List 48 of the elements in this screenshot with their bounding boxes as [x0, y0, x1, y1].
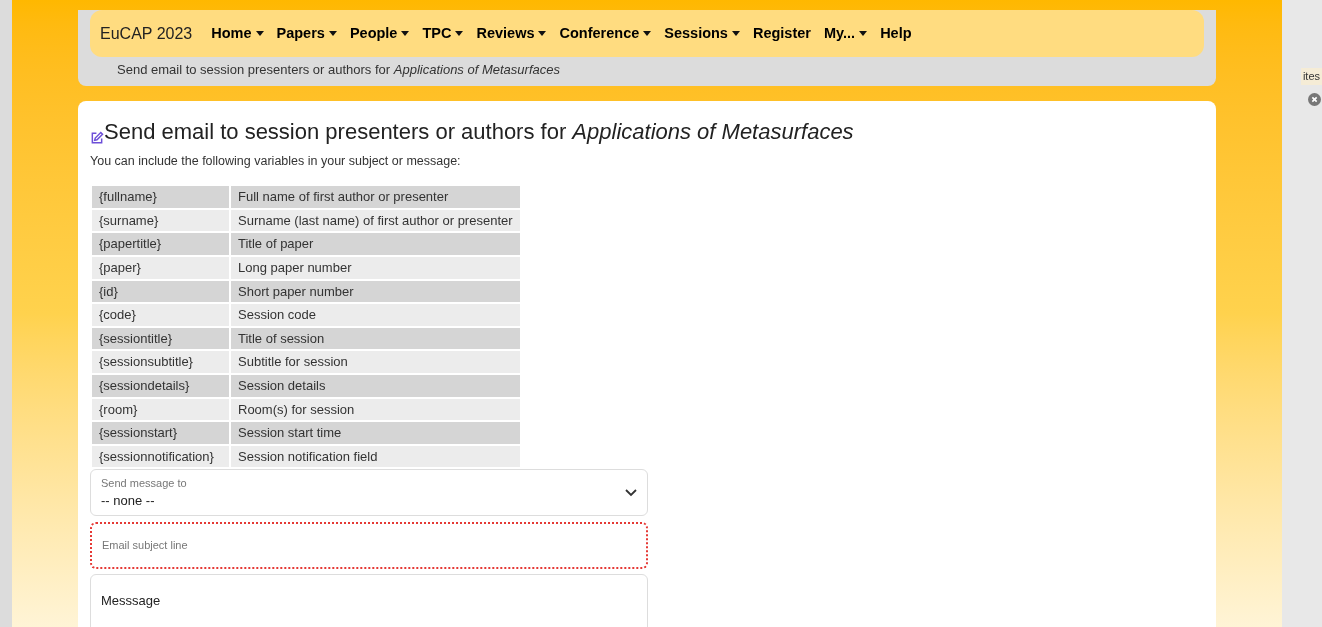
recipient-select[interactable]: Send message to -- none --	[90, 469, 648, 517]
nav-link[interactable]: Home	[211, 22, 264, 45]
tab-label[interactable]: ites	[1300, 68, 1322, 85]
nav-link[interactable]: TPC	[422, 22, 464, 45]
variable-description-cell-text: Session start time	[237, 424, 343, 443]
breadcrumb: Send email to session presenters or authors for Applications of Metasurfaces	[116, 61, 561, 79]
select-label: Send message to	[101, 475, 187, 491]
nav-link[interactable]: Register	[752, 22, 811, 45]
variable-description-cell-text: Short paper number	[237, 282, 355, 301]
variable-name-cell-text: {fullname}	[98, 188, 158, 207]
variable-name-cell-text: {code}	[98, 306, 137, 325]
select-value: -- none --	[101, 492, 156, 511]
variable-description-cell-text: Subtitle for session	[237, 353, 349, 372]
variable-name-cell-text: {sessionstart}	[98, 424, 179, 443]
variable-description-cell-text: Surname (last name) of first author or presenter	[237, 211, 514, 230]
variable-description-cell-text: Session notification field	[237, 447, 379, 466]
message-field[interactable]: Messsage	[90, 574, 648, 627]
variable-name-cell-text: {sessiondetails}	[98, 377, 191, 396]
variable-description-cell-text: Title of session	[237, 329, 326, 348]
page-heading: Send email to session presenters or authors for Applications of Metasurfaces	[104, 117, 854, 146]
nav-link[interactable]: Help	[880, 22, 912, 45]
variable-name-cell-text: {sessiontitle}	[98, 329, 173, 348]
nav-link[interactable]: Papers	[276, 22, 337, 45]
variable-name-cell-text: {surname}	[98, 211, 160, 230]
chevron-down-icon	[625, 488, 637, 497]
variable-name-cell-text: {sessionnotification}	[98, 447, 215, 466]
variable-name-cell-text: {papertitle}	[98, 235, 163, 254]
variable-description-cell-text: Session code	[237, 306, 318, 325]
brand-link[interactable]: EuCAP 2023	[100, 21, 193, 46]
variable-name-cell-text: {room}	[98, 400, 139, 419]
field-label: Email subject line	[102, 539, 188, 552]
variable-name-cell-text: {id}	[98, 282, 119, 301]
subject-field[interactable]: Email subject line	[90, 522, 648, 570]
variable-description-cell-text: Full name of first author or presenter	[237, 188, 450, 207]
variable-name-cell-text: {sessionsubtitle}	[98, 353, 194, 372]
intro-text: You can include the following variables in your subject or message:	[90, 152, 462, 170]
nav-link[interactable]: Conference	[559, 22, 652, 45]
variable-description-cell-text: Long paper number	[237, 259, 353, 278]
nav-link[interactable]: Sessions	[664, 22, 740, 45]
variable-name-cell-text: {paper}	[98, 259, 142, 278]
variable-description-cell-text: Session details	[237, 377, 327, 396]
nav-link[interactable]: People	[349, 22, 410, 45]
nav-link[interactable]: My...	[823, 22, 868, 45]
close-icon[interactable]	[1308, 92, 1321, 106]
edit-icon[interactable]	[90, 130, 104, 145]
variable-description-cell-text: Room(s) for session	[237, 400, 356, 419]
nav-link[interactable]: Reviews	[476, 22, 547, 45]
variable-description-cell-text: Title of paper	[237, 235, 315, 254]
